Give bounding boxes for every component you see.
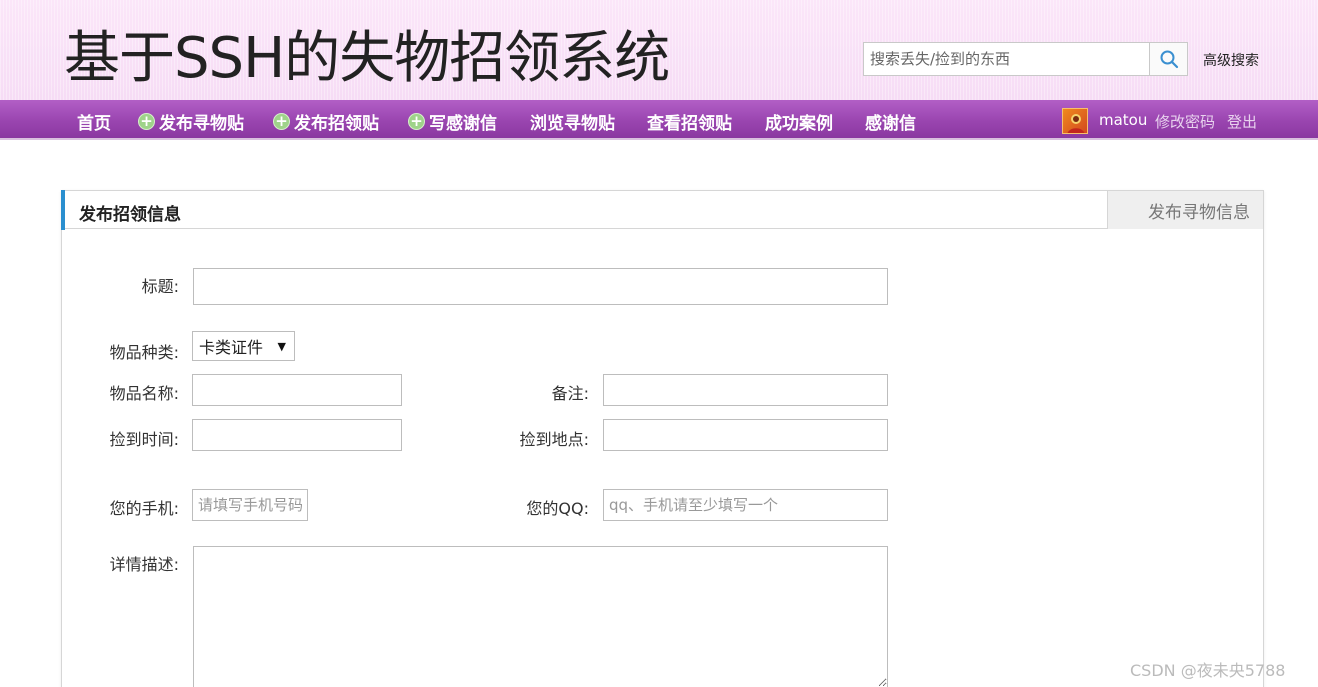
category-selected-value: 卡类证件 [199, 338, 264, 357]
found-time-input[interactable] [192, 419, 402, 451]
nav-view-found[interactable]: 查看招领贴 [647, 110, 732, 134]
nav-thanks-letters[interactable]: 感谢信 [865, 110, 916, 134]
item-name-input[interactable] [192, 374, 402, 406]
plus-circle-icon: + [138, 112, 155, 130]
category-select[interactable]: 卡类证件 ▼ [192, 331, 295, 361]
plus-circle-icon: + [273, 112, 290, 130]
nav-label: 查看招领贴 [647, 113, 732, 134]
title-label: 标题: [141, 277, 179, 296]
user-avatar-icon [1067, 114, 1085, 133]
advanced-search-link[interactable]: 高级搜索 [1203, 50, 1259, 70]
panel-accent-bar [61, 190, 65, 230]
site-title: 基于SSH的失物招领系统 [64, 26, 670, 91]
search-icon [1160, 50, 1178, 69]
user-name[interactable]: matou [1099, 111, 1147, 129]
nav-home[interactable]: 首页 [77, 110, 111, 134]
search-input[interactable] [864, 43, 1149, 75]
item-name-label: 物品名称: [109, 384, 179, 403]
nav-label: 感谢信 [865, 113, 916, 134]
found-time-label: 捡到时间: [109, 430, 179, 449]
remark-label: 备注: [551, 384, 589, 403]
tab-post-lost[interactable]: 发布寻物信息 [1107, 191, 1263, 229]
found-place-label: 捡到地点: [519, 430, 589, 449]
site-header: 基于SSH的失物招领系统 高级搜索 [0, 0, 1318, 100]
avatar[interactable] [1062, 108, 1088, 134]
category-label: 物品种类: [109, 343, 179, 362]
nav-label: 写感谢信 [429, 113, 497, 134]
nav-post-found[interactable]: + 发布招领贴 [273, 110, 379, 134]
search-box [863, 42, 1188, 76]
watermark: CSDN @夜未央5788 [1130, 661, 1286, 680]
qq-input[interactable] [603, 489, 888, 521]
plus-circle-icon: + [408, 112, 425, 130]
logout-link[interactable]: 登出 [1227, 111, 1257, 132]
search-button[interactable] [1149, 43, 1187, 75]
nav-label: 发布招领贴 [294, 113, 379, 134]
nav-success-cases[interactable]: 成功案例 [765, 110, 833, 134]
nav-write-thanks[interactable]: + 写感谢信 [408, 110, 497, 134]
panel-header: 发布招领信息 发布寻物信息 [61, 190, 1263, 230]
phone-label: 您的手机: [109, 499, 179, 518]
nav-browse-lost[interactable]: 浏览寻物贴 [530, 110, 615, 134]
panel-title: 发布招领信息 [79, 205, 181, 225]
nav-label: 成功案例 [765, 113, 833, 134]
nav-label: 浏览寻物贴 [530, 113, 615, 134]
qq-label: 您的QQ: [526, 499, 589, 518]
detail-textarea[interactable] [193, 546, 888, 687]
nav-label: 发布寻物贴 [159, 113, 244, 134]
nav-label: 首页 [77, 113, 111, 134]
remark-input[interactable] [603, 374, 888, 406]
title-input[interactable] [193, 268, 888, 305]
change-password-link[interactable]: 修改密码 [1155, 111, 1215, 132]
post-found-panel: 发布招领信息 发布寻物信息 标题: 物品种类: 卡类证件 ▼ 物品名称: 备注:… [61, 190, 1264, 687]
nav-post-lost[interactable]: + 发布寻物贴 [138, 110, 244, 134]
detail-label: 详情描述: [109, 555, 179, 574]
dropdown-arrow-icon: ▼ [277, 340, 286, 353]
found-place-input[interactable] [603, 419, 888, 451]
phone-input[interactable] [192, 489, 308, 521]
